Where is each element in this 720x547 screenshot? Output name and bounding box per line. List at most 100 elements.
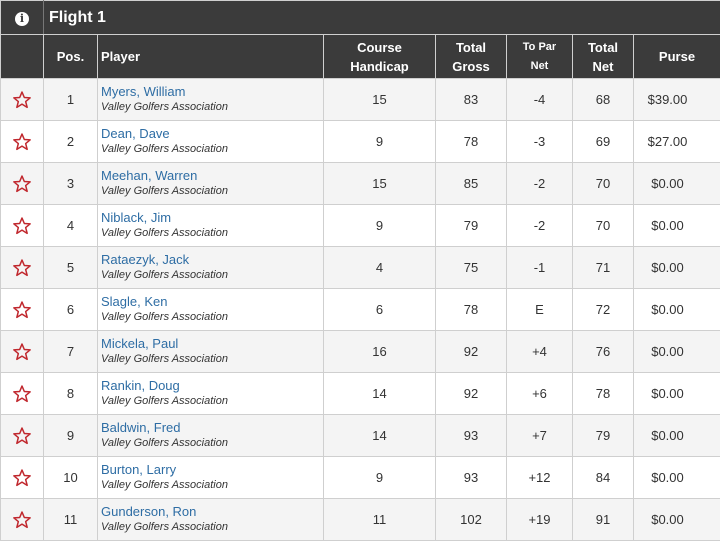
flight-title: Flight 1: [43, 0, 720, 35]
player-association: Valley Golfers Association: [101, 395, 228, 407]
info-icon: i: [15, 11, 29, 26]
favorite-star-button[interactable]: [0, 498, 44, 541]
total-net-cell: 68: [572, 78, 634, 121]
player-name-link[interactable]: Meehan, Warren: [101, 168, 323, 184]
favorite-star-button[interactable]: [0, 414, 44, 457]
player-name-link[interactable]: Slagle, Ken: [101, 294, 323, 310]
purse-value: $39.00: [647, 92, 688, 107]
to-par-net-cell: -2: [506, 204, 573, 247]
course-handicap-cell: 9: [323, 120, 436, 163]
total-gross-header-line1: Total: [455, 39, 487, 55]
pos-column-header[interactable]: Pos.: [43, 34, 98, 79]
player-cell: Meehan, Warren Valley Golfers Associatio…: [97, 162, 324, 205]
player-column-header[interactable]: Player: [97, 34, 324, 79]
total-gross-cell: 92: [435, 372, 507, 415]
info-button[interactable]: i: [0, 0, 44, 35]
course-handicap-cell: 11: [323, 498, 436, 541]
player-name-link[interactable]: Mickela, Paul: [101, 336, 323, 352]
total-net-cell: 76: [572, 330, 634, 373]
total-net-cell: 79: [572, 414, 634, 457]
star-outline-icon: [13, 90, 31, 108]
purse-cell: $0.00: [633, 246, 720, 289]
table-row: 4 Niblack, Jim Valley Golfers Associatio…: [0, 204, 720, 247]
course-handicap-cell: 14: [323, 414, 436, 457]
player-name-link[interactable]: Rankin, Doug: [101, 378, 323, 394]
favorite-column-header: [0, 34, 44, 79]
position-cell: 6: [43, 288, 98, 331]
table-row: 8 Rankin, Doug Valley Golfers Associatio…: [0, 372, 720, 415]
total-net-cell: 70: [572, 204, 634, 247]
total-net-cell: 78: [572, 372, 634, 415]
star-outline-icon: [13, 258, 31, 276]
player-cell: Dean, Dave Valley Golfers Association: [97, 120, 324, 163]
purse-value: $0.00: [651, 386, 684, 401]
to-par-net-column-header[interactable]: To Par Net: [506, 34, 573, 79]
player-cell: Gunderson, Ron Valley Golfers Associatio…: [97, 498, 324, 541]
to-par-net-cell: +7: [506, 414, 573, 457]
total-gross-cell: 83: [435, 78, 507, 121]
total-gross-cell: 78: [435, 288, 507, 331]
purse-column-header[interactable]: Purse: [633, 34, 720, 79]
favorite-star-button[interactable]: [0, 372, 44, 415]
player-name-link[interactable]: Gunderson, Ron: [101, 504, 323, 520]
player-association: Valley Golfers Association: [101, 437, 228, 449]
table-row: 10 Burton, Larry Valley Golfers Associat…: [0, 456, 720, 499]
favorite-star-button[interactable]: [0, 120, 44, 163]
total-net-cell: 72: [572, 288, 634, 331]
course-handicap-column-header[interactable]: Course Handicap: [323, 34, 436, 79]
leaderboard-table: i Flight 1 Pos. Player Course Handicap T…: [0, 0, 720, 541]
purse-value: $27.00: [647, 134, 688, 149]
star-outline-icon: [13, 510, 31, 528]
total-net-column-header[interactable]: Total Net: [572, 34, 634, 79]
total-net-header-line2: Net: [592, 58, 614, 74]
favorite-star-button[interactable]: [0, 204, 44, 247]
total-gross-cell: 93: [435, 414, 507, 457]
player-name-link[interactable]: Myers, William: [101, 84, 323, 100]
total-net-cell: 84: [572, 456, 634, 499]
to-par-net-cell: +12: [506, 456, 573, 499]
favorite-star-button[interactable]: [0, 162, 44, 205]
player-cell: Rataezyk, Jack Valley Golfers Associatio…: [97, 246, 324, 289]
table-row: 6 Slagle, Ken Valley Golfers Association…: [0, 288, 720, 331]
purse-cell: $0.00: [633, 498, 720, 541]
total-gross-cell: 93: [435, 456, 507, 499]
favorite-star-button[interactable]: [0, 78, 44, 121]
position-cell: 8: [43, 372, 98, 415]
total-gross-column-header[interactable]: Total Gross: [435, 34, 507, 79]
favorite-star-button[interactable]: [0, 330, 44, 373]
favorite-star-button[interactable]: [0, 246, 44, 289]
purse-cell: $0.00: [633, 330, 720, 373]
player-association: Valley Golfers Association: [101, 311, 228, 323]
purse-cell: $0.00: [633, 288, 720, 331]
star-outline-icon: [13, 300, 31, 318]
course-handicap-cell: 14: [323, 372, 436, 415]
player-association: Valley Golfers Association: [101, 143, 228, 155]
player-name-link[interactable]: Burton, Larry: [101, 462, 323, 478]
to-par-net-cell: +4: [506, 330, 573, 373]
favorite-star-button[interactable]: [0, 288, 44, 331]
table-row: 7 Mickela, Paul Valley Golfers Associati…: [0, 330, 720, 373]
player-name-link[interactable]: Niblack, Jim: [101, 210, 323, 226]
player-name-link[interactable]: Rataezyk, Jack: [101, 252, 323, 268]
player-cell: Slagle, Ken Valley Golfers Association: [97, 288, 324, 331]
to-par-net-cell: E: [506, 288, 573, 331]
player-name-link[interactable]: Dean, Dave: [101, 126, 323, 142]
position-cell: 5: [43, 246, 98, 289]
favorite-star-button[interactable]: [0, 456, 44, 499]
player-name-link[interactable]: Baldwin, Fred: [101, 420, 323, 436]
star-outline-icon: [13, 342, 31, 360]
total-gross-cell: 92: [435, 330, 507, 373]
player-association: Valley Golfers Association: [101, 185, 228, 197]
star-outline-icon: [13, 216, 31, 234]
table-row: 9 Baldwin, Fred Valley Golfers Associati…: [0, 414, 720, 457]
course-handicap-cell: 16: [323, 330, 436, 373]
purse-value: $0.00: [651, 302, 684, 317]
star-outline-icon: [13, 132, 31, 150]
course-handicap-cell: 6: [323, 288, 436, 331]
total-net-cell: 70: [572, 162, 634, 205]
position-cell: 9: [43, 414, 98, 457]
player-cell: Mickela, Paul Valley Golfers Association: [97, 330, 324, 373]
to-par-net-header-line2: Net: [530, 59, 549, 72]
total-gross-cell: 78: [435, 120, 507, 163]
total-net-cell: 91: [572, 498, 634, 541]
